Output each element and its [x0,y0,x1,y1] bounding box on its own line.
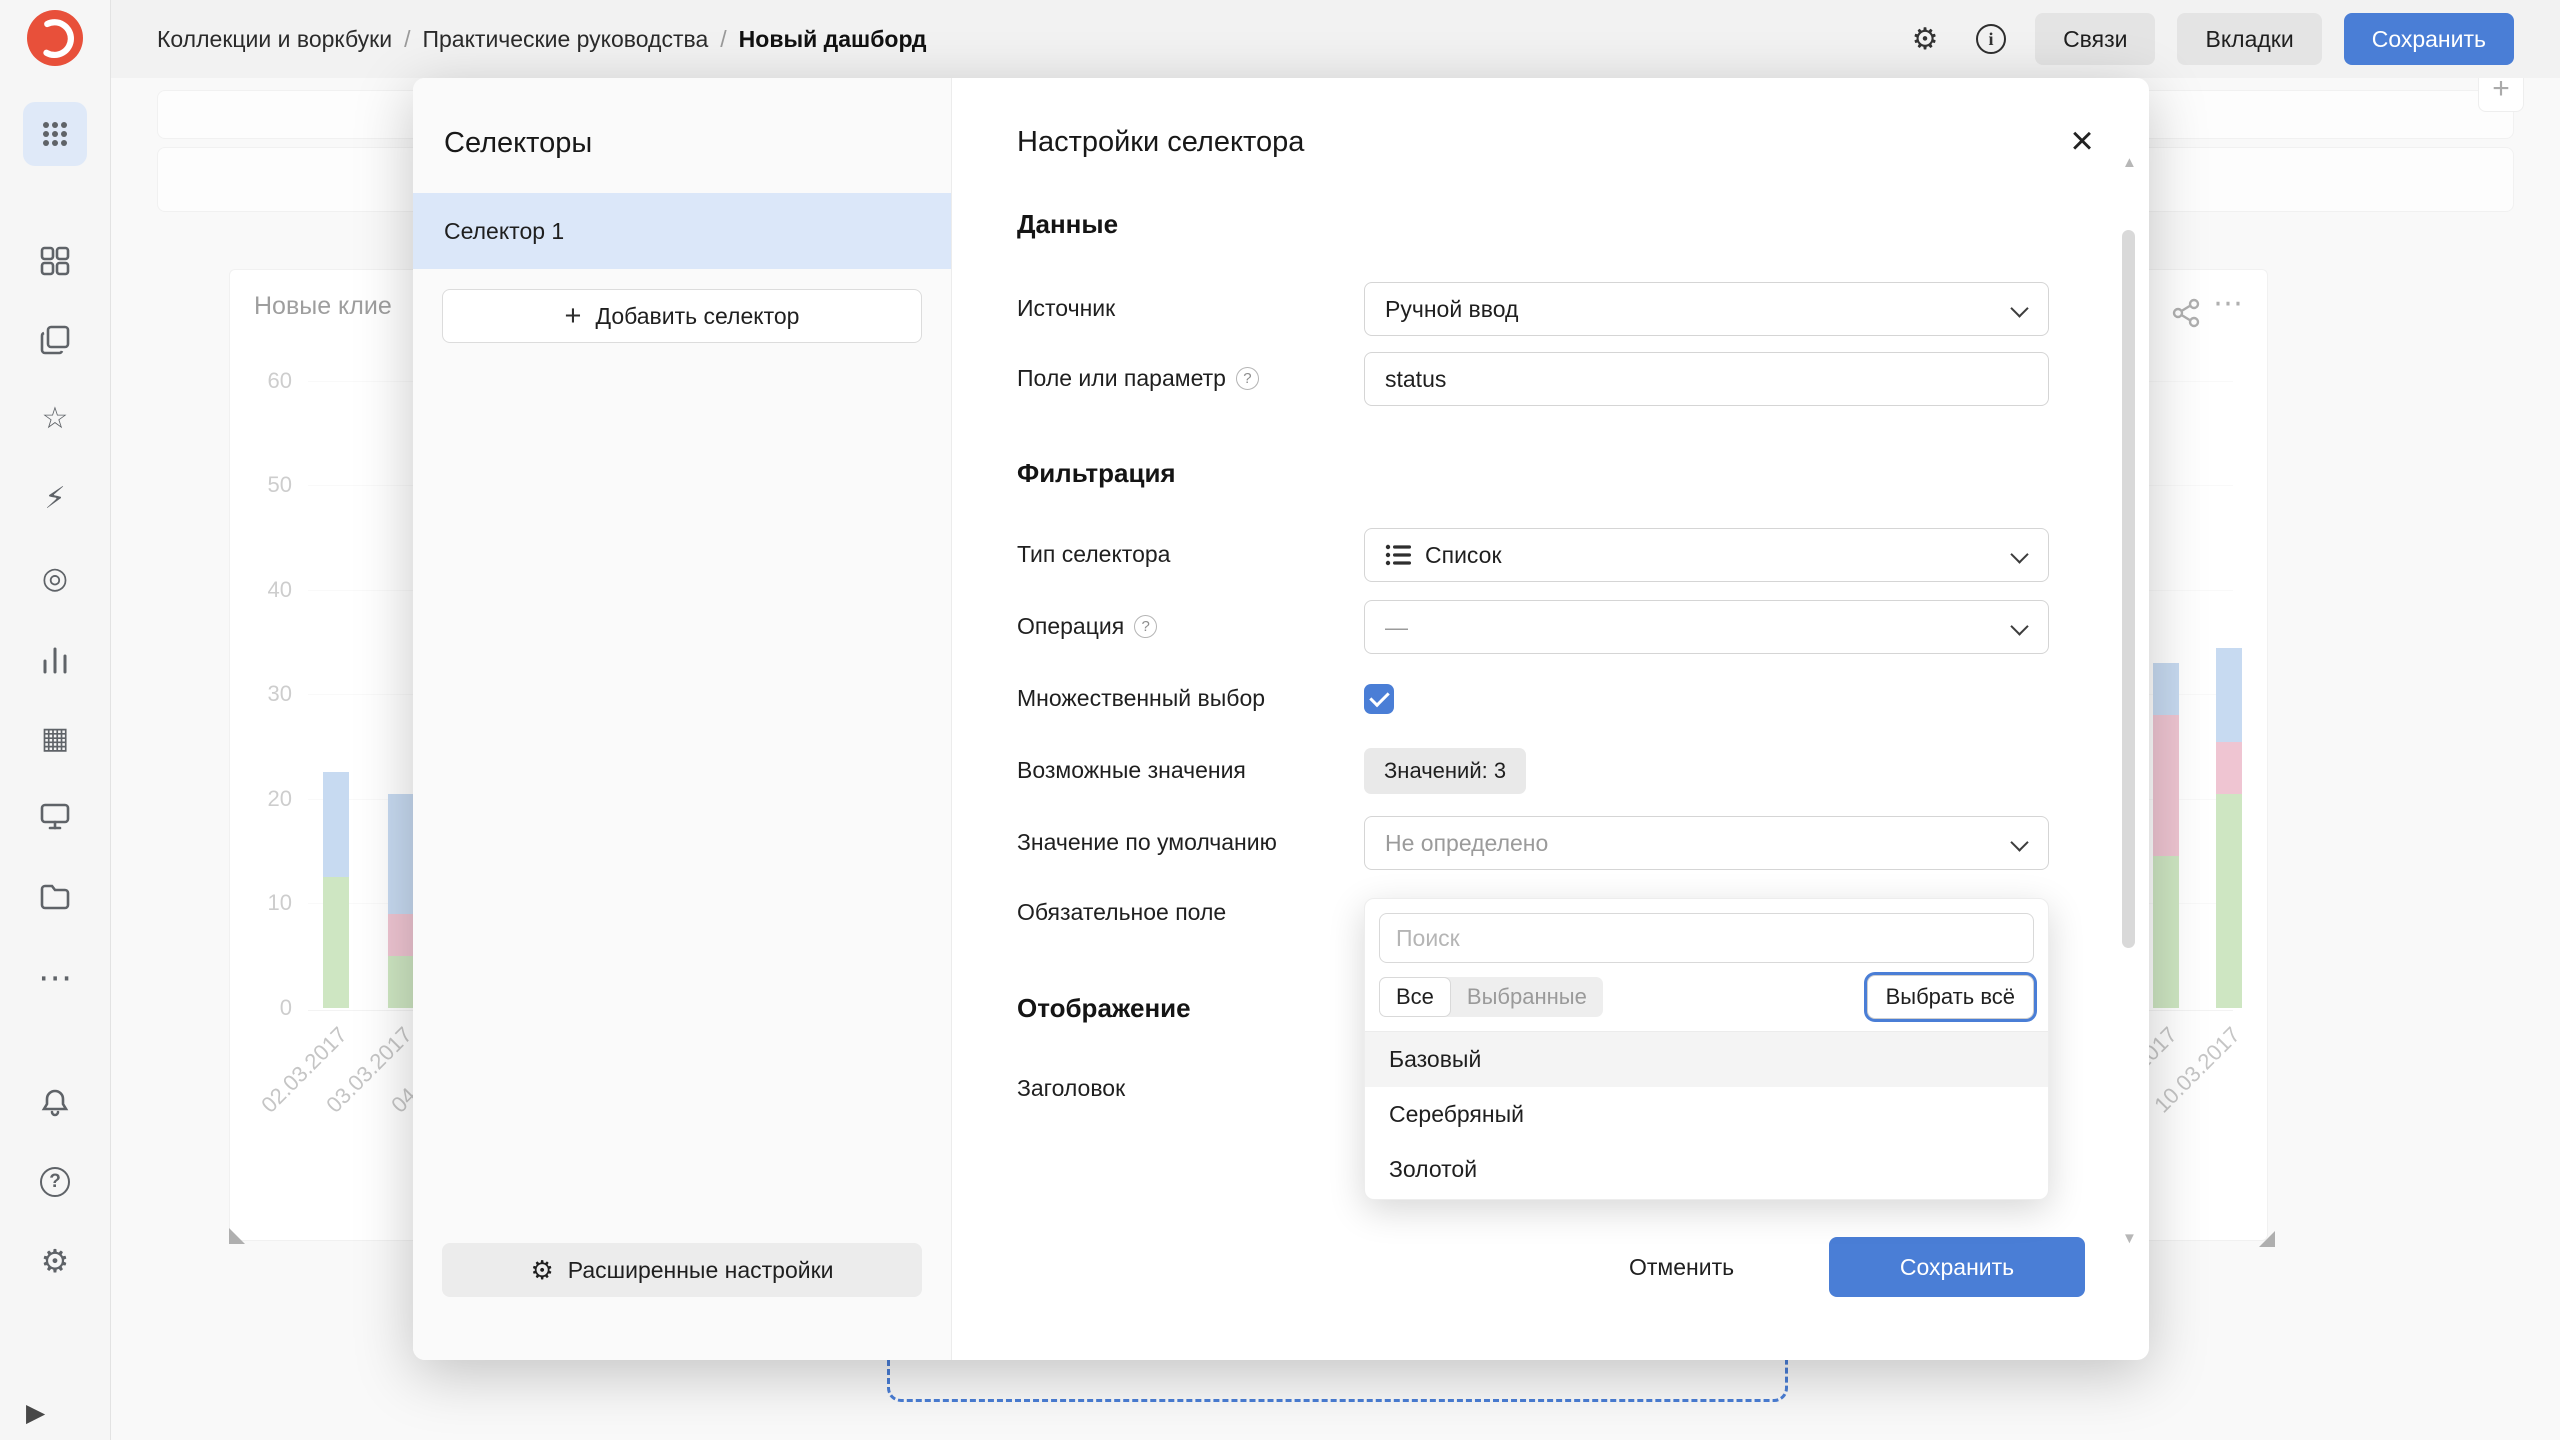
four-squares-icon[interactable] [31,237,79,285]
settings-gear-icon[interactable]: ⚙ [31,1237,79,1285]
disc-icon[interactable]: ◎ [31,554,79,602]
list-icon [1385,542,1411,568]
expand-sidebar-icon[interactable]: ▶ [26,1398,45,1428]
tab-selected[interactable]: Выбранные [1451,978,1603,1016]
required-field-label: Обязательное поле [1017,899,1226,926]
selector-settings-dialog: Селекторы Селектор 1 + Добавить селектор… [413,78,2149,1360]
scrollbar-down-icon[interactable]: ▼ [2122,1230,2135,1247]
advanced-settings-button[interactable]: ⚙ Расширенные настройки [442,1243,922,1297]
tab-all[interactable]: Все [1379,977,1451,1017]
header-info-icon[interactable]: i [1969,17,2013,61]
header-gear-icon[interactable]: ⚙ [1903,17,1947,61]
more-ellipsis-icon[interactable]: ⋯ [31,954,79,1002]
breadcrumb-separator: / [404,26,410,53]
chevron-down-icon [2010,617,2028,635]
section-data-title: Данные [1017,209,1118,240]
chevron-down-icon [2010,833,2028,851]
bell-icon[interactable] [31,1078,79,1126]
multi-choice-label: Множественный выбор [1017,685,1265,712]
gear-icon: ⚙ [530,1255,553,1286]
possible-values-chip[interactable]: Значений: 3 [1364,748,1526,794]
breadcrumb-current-dashboard: Новый дашборд [739,26,927,53]
selectors-panel: Селекторы Селектор 1 + Добавить селектор… [413,78,952,1360]
selector-list-item[interactable]: Селектор 1 [413,193,951,269]
help-icon[interactable]: ? [31,1158,79,1206]
field-input-wrap [1364,352,2049,406]
source-label: Источник [1017,295,1115,322]
left-sidebar: ☆ ⚡ ◎ ▦ ⋯ ? ⚙ ▶ [0,0,111,1440]
bar-chart-icon[interactable] [31,636,79,684]
top-header: Коллекции и воркбуки / Практические руко… [111,0,2560,78]
relations-button[interactable]: Связи [2035,13,2155,65]
section-filtration-title: Фильтрация [1017,458,1176,489]
field-label: Поле или параметр ? [1017,365,1259,392]
header-title-label: Заголовок [1017,1075,1125,1102]
settings-panel: Настройки селектора × Данные Источник Ру… [952,78,2149,1360]
operation-label: Операция ? [1017,613,1157,640]
apps-grid-icon[interactable] [23,102,87,166]
selectors-panel-title: Селекторы [444,127,592,160]
plus-icon: + [565,302,582,331]
header-actions: ⚙ i Связи Вкладки Сохранить [1903,13,2514,65]
select-all-button[interactable]: Выбрать всё [1867,975,2034,1019]
selector-type-label: Тип селектора [1017,541,1170,568]
breadcrumb-collections[interactable]: Коллекции и воркбуки [157,26,392,53]
possible-values-label: Возможные значения [1017,757,1246,784]
folder-icon[interactable] [31,872,79,920]
breadcrumb-separator: / [720,26,726,53]
multi-choice-checkbox[interactable] [1364,684,1394,714]
dropdown-filter-row: Все Выбранные Выбрать всё [1379,975,2034,1019]
section-display-title: Отображение [1017,993,1191,1024]
dropdown-option[interactable]: Базовый [1365,1032,2048,1087]
header-save-button[interactable]: Сохранить [2344,13,2514,65]
help-circle-icon[interactable]: ? [1134,615,1157,638]
monitor-icon[interactable] [31,792,79,840]
dropdown-segmented-control: Все Выбранные [1379,977,1603,1017]
field-input[interactable] [1385,366,2028,393]
default-value-label: Значение по умолчанию [1017,829,1277,856]
dropdown-search-input[interactable] [1396,925,2017,952]
star-icon[interactable]: ☆ [31,394,79,442]
selector-type-select[interactable]: Список [1364,528,2049,582]
tabs-button[interactable]: Вкладки [2177,13,2321,65]
chevron-down-icon [2010,545,2028,563]
operation-select[interactable]: — [1364,600,2049,654]
breadcrumb-guides[interactable]: Практические руководства [422,26,708,53]
chevron-down-icon [2010,299,2028,317]
scrollbar-up-icon[interactable]: ▲ [2122,154,2135,171]
dropdown-option[interactable]: Серебряный [1365,1087,2048,1142]
dropdown-option[interactable]: Золотой [1365,1142,2048,1197]
default-value-dropdown: Все Выбранные Выбрать всё Базовый Серебр… [1364,898,2049,1200]
add-selector-button[interactable]: + Добавить селектор [442,289,922,343]
lightning-icon[interactable]: ⚡ [31,474,79,522]
default-value-select[interactable]: Не определено [1364,816,2049,870]
dropdown-search-wrap [1379,913,2034,963]
cancel-button[interactable]: Отменить [1605,1237,1758,1297]
save-button[interactable]: Сохранить [1829,1237,2085,1297]
source-select[interactable]: Ручной ввод [1364,282,2049,336]
settings-panel-title: Настройки селектора [1017,126,1304,159]
grid-table-icon[interactable]: ▦ [31,714,79,762]
close-icon[interactable]: × [2059,118,2105,164]
scrollbar-thumb[interactable] [2122,230,2135,948]
breadcrumb: Коллекции и воркбуки / Практические руко… [157,26,927,53]
help-circle-icon[interactable]: ? [1236,367,1259,390]
datalens-logo-icon[interactable] [27,10,83,66]
layers-icon[interactable] [31,316,79,364]
